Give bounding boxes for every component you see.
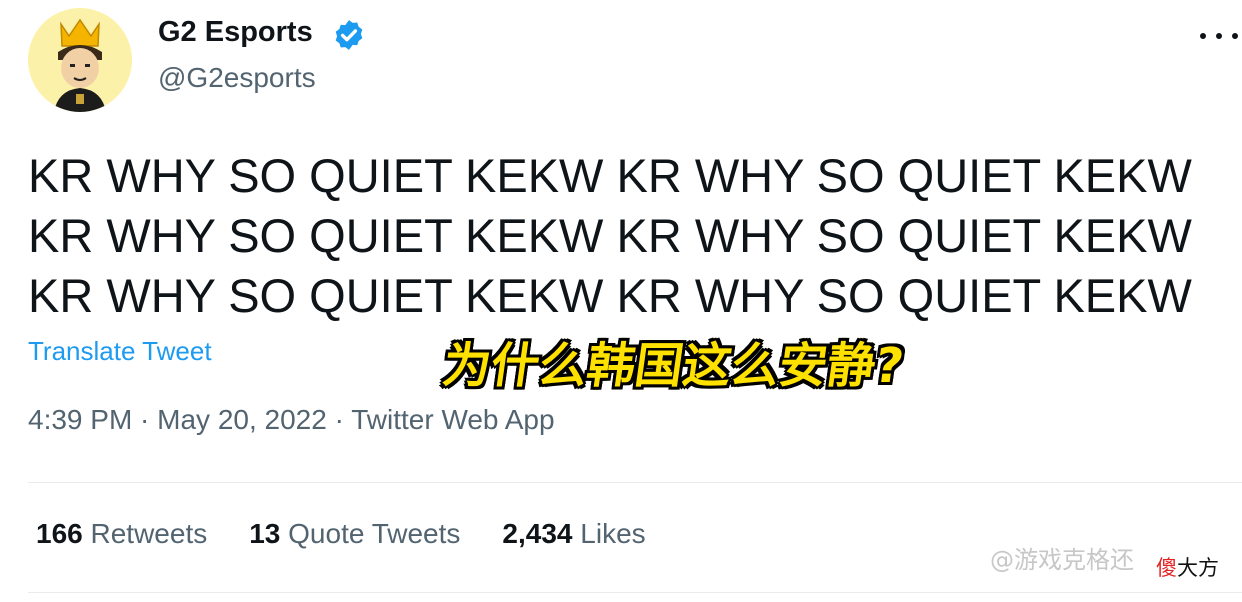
likes-stat[interactable]: 2,434 Likes: [502, 518, 645, 550]
more-dot: [1200, 33, 1206, 39]
brand-dark-chars: 大方: [1177, 556, 1219, 580]
quote-tweets-label: Quote Tweets: [288, 518, 461, 549]
divider: [28, 592, 1242, 593]
likes-label: Likes: [580, 518, 646, 549]
display-name[interactable]: G2 Esports: [158, 16, 313, 49]
brand-watermark: 傻大方: [1156, 552, 1219, 582]
brand-red-char: 傻: [1156, 556, 1177, 580]
tweet-timestamp[interactable]: 4:39 PM · May 20, 2022 · Twitter Web App: [28, 404, 555, 436]
engagement-stats: 166 Retweets 13 Quote Tweets 2,434 Likes: [36, 518, 688, 550]
verified-badge-icon: [335, 20, 363, 50]
tweet-line: KR WHY SO QUIET KEKW KR WHY SO QUIET KEK…: [28, 209, 1192, 262]
quote-tweets-stat[interactable]: 13 Quote Tweets: [249, 518, 460, 550]
quote-tweets-count: 13: [249, 518, 281, 549]
likes-count: 2,434: [502, 518, 573, 549]
watermark-text: @游戏克格还: [990, 546, 1134, 574]
tweet-text: KR WHY SO QUIET KEKW KR WHY SO QUIET KEK…: [28, 146, 1228, 326]
cartoon-king-avatar: [54, 18, 106, 112]
video-subtitle-overlay: 为什么韩国这么安静?: [439, 338, 908, 394]
tweet-line: KR WHY SO QUIET KEKW KR WHY SO QUIET KEK…: [28, 149, 1192, 202]
more-options-icon[interactable]: [1200, 22, 1242, 50]
divider: [28, 482, 1242, 483]
retweets-count: 166: [36, 518, 83, 549]
more-dot: [1216, 33, 1222, 39]
handle[interactable]: @G2esports: [158, 62, 316, 94]
avatar[interactable]: [28, 8, 132, 112]
more-dot: [1232, 33, 1238, 39]
translate-tweet-link[interactable]: Translate Tweet: [28, 336, 212, 367]
retweets-stat[interactable]: 166 Retweets: [36, 518, 207, 550]
retweets-label: Retweets: [90, 518, 208, 549]
tweet-line: KR WHY SO QUIET KEKW KR WHY SO QUIET KEK…: [28, 269, 1192, 322]
